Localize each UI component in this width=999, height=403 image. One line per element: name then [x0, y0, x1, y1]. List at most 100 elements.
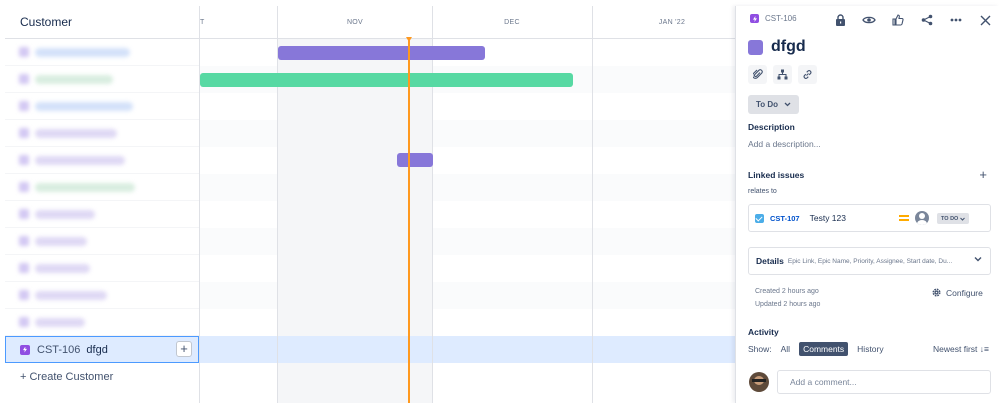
- details-heading: Details: [756, 256, 784, 266]
- list-item[interactable]: [5, 174, 199, 201]
- watch-eye-icon[interactable]: [861, 12, 877, 28]
- updated-timestamp: Updated 2 hours ago: [755, 301, 821, 308]
- epic-icon: [19, 209, 29, 219]
- link-issue-icon[interactable]: [798, 65, 817, 84]
- epic-icon: [750, 14, 759, 23]
- month-label: DEC: [504, 19, 520, 26]
- chevron-down-icon: [974, 257, 982, 262]
- epic-icon: [19, 101, 29, 111]
- month-divider: [277, 6, 278, 403]
- schedule-bar[interactable]: [200, 73, 573, 87]
- list-header-label: Customer: [20, 15, 73, 29]
- today-line: [408, 39, 410, 403]
- epic-color-swatch[interactable]: [748, 39, 763, 55]
- month-divider: [432, 6, 433, 403]
- close-icon[interactable]: [977, 12, 993, 28]
- more-options-icon[interactable]: [948, 12, 964, 28]
- list-item[interactable]: [5, 228, 199, 255]
- list-item-selected[interactable]: CST-106 dfgd +: [5, 336, 199, 363]
- details-section[interactable]: Details Epic Link, Epic Name, Priority, …: [748, 247, 991, 275]
- blurred-label: [35, 209, 95, 219]
- comment-input[interactable]: Add a comment...: [777, 370, 991, 394]
- description-heading: Description: [748, 122, 795, 132]
- schedule-bar[interactable]: [397, 153, 433, 167]
- schedule-bar[interactable]: [278, 46, 485, 60]
- blurred-label: [35, 74, 113, 84]
- list-item[interactable]: [5, 309, 199, 336]
- child-issue-icon[interactable]: [773, 65, 792, 84]
- blurred-label: [35, 236, 87, 246]
- sort-icon: ↓≡: [979, 344, 989, 354]
- create-customer-label: + Create Customer: [20, 370, 114, 383]
- list-item[interactable]: [5, 39, 199, 66]
- filter-comments[interactable]: Comments: [799, 342, 849, 356]
- timeline-grid: T NOV DEC JAN '22: [200, 6, 735, 403]
- epic-icon: [19, 128, 29, 138]
- list-item[interactable]: [5, 201, 199, 228]
- epic-icon: [19, 263, 29, 273]
- epic-icon: [19, 155, 29, 165]
- month-divider: [592, 6, 593, 403]
- lock-icon[interactable]: [832, 12, 848, 28]
- attachment-icon[interactable]: [748, 65, 767, 84]
- share-icon[interactable]: [919, 12, 935, 28]
- comment-placeholder: Add a comment...: [790, 377, 857, 387]
- blurred-label: [35, 290, 107, 300]
- epic-icon: [19, 182, 29, 192]
- selected-row-stripe: [200, 336, 735, 363]
- roadmap-screen: Customer CST-106 dfgd + + Create Custome…: [0, 0, 999, 403]
- sort-order-toggle[interactable]: Newest first ↓≡: [933, 344, 989, 354]
- issue-title-row: dfgd: [748, 38, 806, 56]
- priority-medium-icon: [899, 214, 909, 222]
- blurred-label: [35, 317, 85, 327]
- blurred-label: [35, 155, 125, 165]
- list-item[interactable]: [5, 66, 199, 93]
- list-item[interactable]: [5, 93, 199, 120]
- activity-heading: Activity: [748, 327, 779, 337]
- linked-issue-status[interactable]: TO DO: [937, 213, 970, 224]
- month-label: NOV: [346, 19, 364, 26]
- blurred-label: [35, 263, 90, 273]
- panel-issue-key[interactable]: CST-106: [765, 14, 797, 23]
- list-item[interactable]: [5, 147, 199, 174]
- blurred-label: [35, 182, 135, 192]
- issue-list: Customer CST-106 dfgd + + Create Custome…: [5, 6, 200, 403]
- status-label: To Do: [756, 100, 779, 109]
- chevron-down-icon: [784, 102, 791, 107]
- issue-title[interactable]: dfgd: [771, 38, 806, 56]
- description-field[interactable]: Add a description...: [748, 139, 821, 149]
- list-item[interactable]: [5, 120, 199, 147]
- show-label: Show:: [748, 344, 772, 354]
- add-link-button[interactable]: +: [979, 167, 987, 182]
- linked-issue-row[interactable]: CST-107 Testy 123 TO DO: [748, 204, 991, 232]
- sort-label: Newest first: [933, 344, 978, 354]
- current-user-avatar: [749, 372, 769, 392]
- configure-button[interactable]: Configure: [931, 287, 983, 298]
- list-item[interactable]: [5, 255, 199, 282]
- epic-icon: [19, 47, 29, 57]
- epic-icon: [19, 236, 29, 246]
- gear-icon: [932, 288, 941, 297]
- add-child-button[interactable]: +: [176, 341, 192, 357]
- list-header: Customer: [5, 6, 199, 39]
- epic-icon: [19, 290, 29, 300]
- filter-all[interactable]: All: [777, 342, 794, 356]
- blurred-label: [35, 101, 133, 111]
- create-customer-button[interactable]: + Create Customer: [5, 363, 199, 390]
- blurred-label: [35, 47, 130, 57]
- panel-breadcrumb: CST-106: [750, 14, 797, 23]
- linked-issue-key[interactable]: CST-107: [770, 214, 800, 223]
- issue-key: CST-106: [37, 343, 81, 356]
- month-label: T: [200, 19, 205, 26]
- chevron-down-icon: [960, 217, 966, 221]
- linked-issue-status-label: TO DO: [941, 215, 959, 222]
- assignee-avatar-icon[interactable]: [915, 211, 929, 225]
- epic-icon: [19, 317, 29, 327]
- filter-history[interactable]: History: [853, 342, 887, 356]
- list-item[interactable]: [5, 282, 199, 309]
- timeline-header: T NOV DEC JAN '22: [200, 6, 735, 39]
- thumbs-up-icon[interactable]: [890, 12, 906, 28]
- status-dropdown[interactable]: To Do: [748, 95, 800, 114]
- linked-issue-summary[interactable]: Testy 123: [810, 213, 846, 223]
- configure-label: Configure: [946, 287, 983, 298]
